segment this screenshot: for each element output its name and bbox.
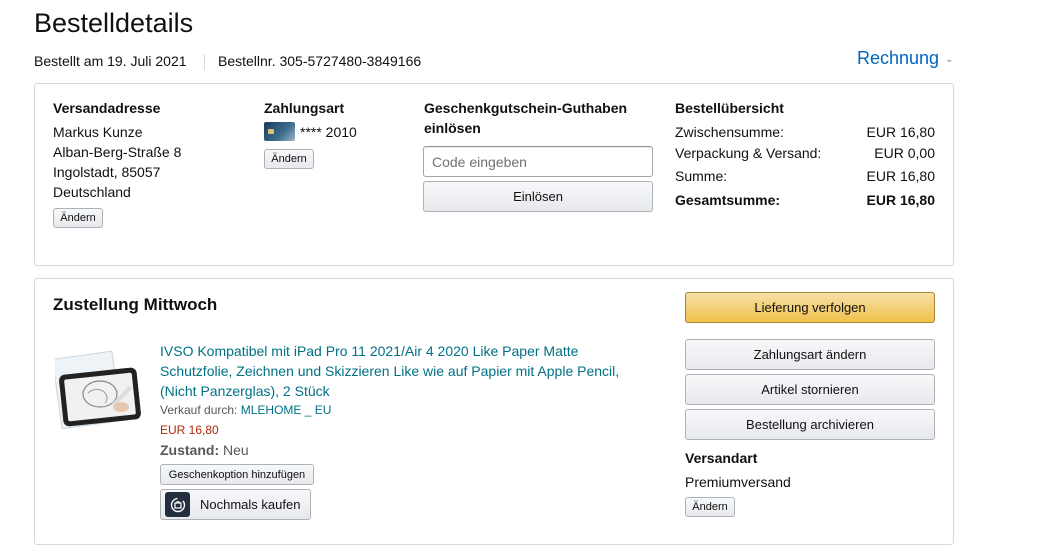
- shipping-address-heading: Versandadresse: [53, 100, 161, 116]
- change-payment-button[interactable]: Ändern: [264, 149, 314, 169]
- summary-row-sum: Summe: EUR 16,80: [675, 168, 935, 184]
- chevron-down-icon: ⌄: [945, 54, 954, 65]
- meta-divider: [204, 54, 205, 70]
- summary-value: EUR 16,80: [866, 192, 935, 208]
- product-title-line-1[interactable]: IVSO Kompatibel mit iPad Pro 11 2021/Air…: [160, 341, 578, 361]
- summary-label: Verpackung & Versand:: [675, 145, 822, 161]
- order-date: Bestellt am 19. Juli 2021: [34, 53, 187, 69]
- item-condition: Zustand: Neu: [160, 442, 249, 458]
- gift-card-heading-2: einlösen: [424, 120, 481, 136]
- seller-label: Verkauf durch:: [160, 403, 238, 417]
- redeem-button[interactable]: Einlösen: [423, 181, 653, 212]
- address-country: Deutschland: [53, 184, 131, 200]
- change-payment-method-button[interactable]: Zahlungsart ändern: [685, 339, 935, 370]
- address-name: Markus Kunze: [53, 124, 143, 140]
- item-price: EUR 16,80: [160, 423, 219, 437]
- delivery-heading: Zustellung Mittwoch: [53, 295, 218, 314]
- invoice-dropdown[interactable]: Rechnung ⌄: [857, 48, 953, 69]
- summary-label: Summe:: [675, 168, 728, 184]
- summary-row-subtotal: Zwischensumme: EUR 16,80: [675, 124, 935, 140]
- gift-code-input[interactable]: [423, 146, 653, 177]
- summary-heading: Bestellübersicht: [675, 100, 784, 116]
- change-address-button[interactable]: Ändern: [53, 208, 103, 228]
- archive-order-button[interactable]: Bestellung archivieren: [685, 409, 935, 440]
- product-image[interactable]: [51, 349, 145, 434]
- page-title: Bestelldetails: [34, 8, 194, 38]
- summary-label: Zwischensumme:: [675, 124, 784, 140]
- summary-value: EUR 16,80: [866, 124, 935, 140]
- shipping-method-value: Premiumversand: [685, 474, 791, 490]
- tablet-image-icon: [51, 350, 141, 430]
- order-number: Bestellnr. 305-5727480-3849166: [218, 53, 422, 69]
- track-delivery-button[interactable]: Lieferung verfolgen: [685, 292, 935, 323]
- summary-value: EUR 0,00: [874, 145, 935, 161]
- buy-again-label: Nochmals kaufen: [200, 497, 301, 512]
- payment-heading: Zahlungsart: [264, 100, 345, 116]
- buy-again-icon: [165, 492, 190, 517]
- change-shipping-method-button[interactable]: Ändern: [685, 497, 735, 517]
- condition-label: Zustand:: [160, 442, 220, 458]
- address-street: Alban-Berg-Straße 8: [53, 144, 182, 160]
- buy-again-button[interactable]: Nochmals kaufen: [160, 489, 311, 520]
- summary-label: Gesamtsumme:: [675, 192, 781, 208]
- summary-row-total: Gesamtsumme: EUR 16,80: [675, 192, 935, 208]
- seller-link[interactable]: MLEHOME _ EU: [241, 403, 332, 417]
- seller-info: Verkauf durch: MLEHOME _ EU: [160, 403, 331, 417]
- summary-value: EUR 16,80: [866, 168, 935, 184]
- credit-card-icon: [264, 122, 295, 141]
- summary-row-shipping: Verpackung & Versand: EUR 0,00: [675, 145, 935, 161]
- address-city: Ingolstadt, 85057: [53, 164, 161, 180]
- add-gift-option-button[interactable]: Geschenkoption hinzufügen: [160, 464, 314, 485]
- condition-value: Neu: [223, 442, 249, 458]
- card-number: **** 2010: [300, 124, 357, 140]
- product-title-line-2[interactable]: Schutzfolie, Zeichnen und Skizzieren Lik…: [160, 361, 619, 381]
- product-title-line-3[interactable]: (Nicht Panzerglas), 2 Stück: [160, 381, 330, 401]
- shipping-method-heading: Versandart: [685, 450, 758, 466]
- invoice-label: Rechnung: [857, 48, 940, 68]
- gift-card-heading-1: Geschenkgutschein-Guthaben: [424, 100, 628, 116]
- cancel-items-button[interactable]: Artikel stornieren: [685, 374, 935, 405]
